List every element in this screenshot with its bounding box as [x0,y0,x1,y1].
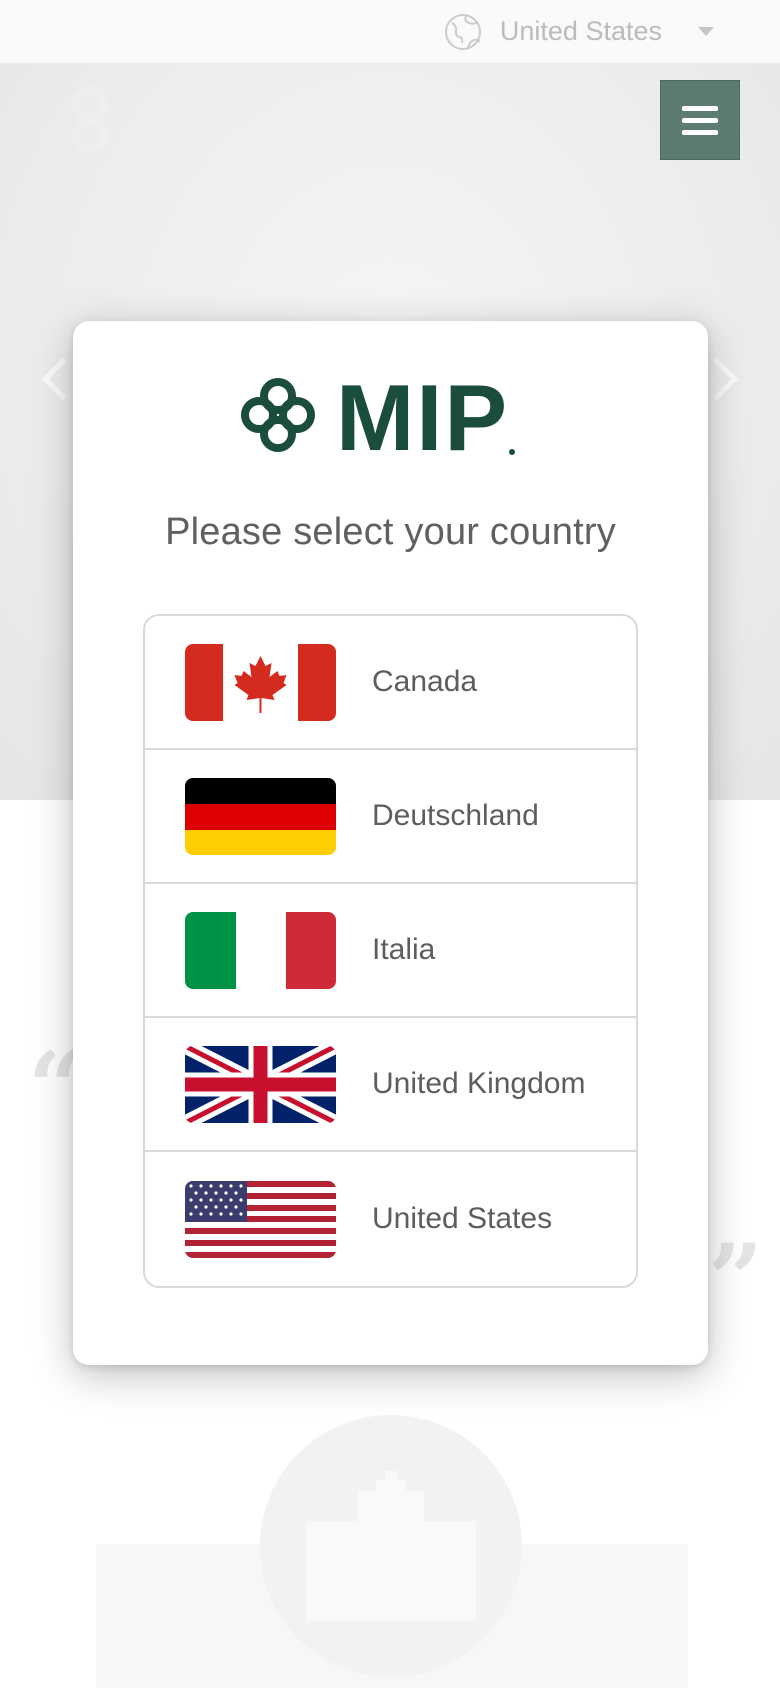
country-option-deutschland[interactable]: Deutschland [145,750,636,884]
country-option-united-states[interactable]: United States [145,1152,636,1286]
country-list: Canada Deutschland Italia United Kingdom… [143,614,638,1288]
country-name: Italia [372,933,436,966]
italy-flag-icon [185,911,336,989]
chevron-down-icon[interactable] [698,27,714,36]
globe-icon[interactable] [444,13,482,51]
country-name: United States [372,1202,553,1235]
page: United States “ ” MIP Please select your… [0,0,780,1688]
country-option-united-kingdom[interactable]: United Kingdom [145,1018,636,1152]
modal-title: Please select your country [165,511,616,553]
top-bar: United States [0,0,780,64]
usa-flag-icon [185,1180,336,1258]
brand-wordmark: MIP [336,376,509,456]
country-select-modal: MIP Please select your country Canada De… [73,321,708,1365]
country-name: Canada [372,665,478,698]
country-name: United Kingdom [372,1067,586,1100]
canada-flag-icon [185,643,336,721]
germany-flag-icon [185,777,336,855]
country-selector-label[interactable]: United States [500,16,662,47]
mip-logo: MIP [241,376,515,456]
country-name: Deutschland [372,799,539,832]
uk-flag-icon [185,1045,336,1123]
country-option-canada[interactable]: Canada [145,616,636,750]
country-option-italia[interactable]: Italia [145,884,636,1018]
